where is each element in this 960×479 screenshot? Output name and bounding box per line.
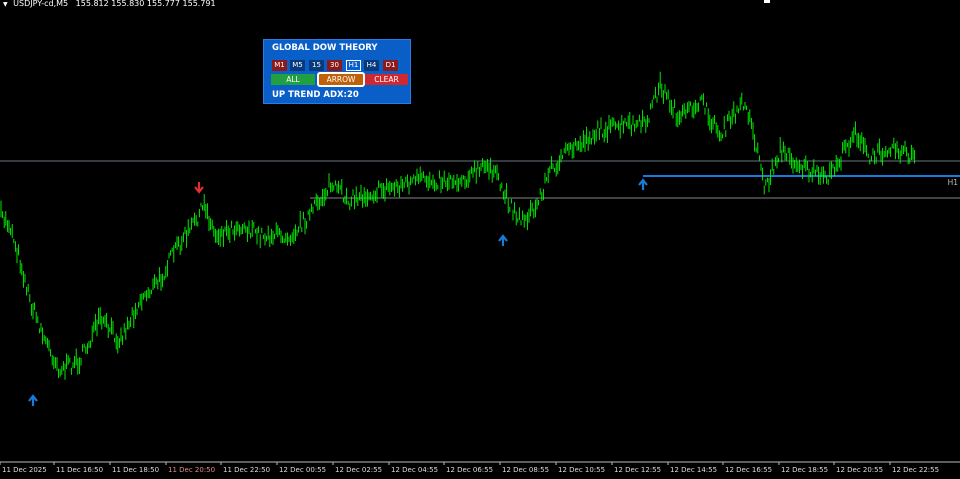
tf-m1-button[interactable]: M1 xyxy=(272,60,287,71)
time-label: 11 Dec 20:50 xyxy=(168,466,216,474)
time-label: 12 Dec 20:55 xyxy=(836,466,884,474)
tf-h1-button[interactable]: H1 xyxy=(346,60,361,71)
time-axis: 11 Dec 2025 11 Dec 16:50 11 Dec 18:50 11 De… xyxy=(0,463,960,479)
dow-theory-panel: GLOBAL DOW THEORY M1 M5 15 30 H1 H4 D1 A… xyxy=(263,39,411,104)
h1-line-label: H1 xyxy=(947,178,958,187)
time-label: 12 Dec 02:55 xyxy=(335,466,383,474)
tf-30-button[interactable]: 30 xyxy=(327,60,342,71)
time-label: 12 Dec 08:55 xyxy=(502,466,550,474)
time-label: 12 Dec 12:55 xyxy=(614,466,662,474)
time-label: 11 Dec 18:50 xyxy=(112,466,160,474)
buy-arrow-icon xyxy=(498,234,508,246)
panel-title: GLOBAL DOW THEORY xyxy=(272,43,378,53)
symbol-label: USDJPY-cd,M5 xyxy=(13,0,69,8)
time-label: 12 Dec 18:55 xyxy=(781,466,829,474)
chart-header: ▼ USDJPY-cd,M5 155.812 155.830 155.777 1… xyxy=(3,0,216,8)
time-label: 12 Dec 22:55 xyxy=(892,466,940,474)
price-chart[interactable] xyxy=(0,0,960,479)
buy-arrow-icon xyxy=(28,394,38,406)
time-label: 12 Dec 04:55 xyxy=(391,466,439,474)
arrow-button[interactable]: ARROW xyxy=(317,72,365,87)
dropdown-triangle-icon[interactable]: ▼ xyxy=(3,1,8,8)
time-label: 11 Dec 2025 xyxy=(2,466,47,474)
tf-15-button[interactable]: 15 xyxy=(309,60,324,71)
trend-status: UP TREND ADX:20 xyxy=(272,90,359,100)
time-label: 12 Dec 10:55 xyxy=(558,466,606,474)
time-label: 12 Dec 16:55 xyxy=(725,466,773,474)
all-button[interactable]: ALL xyxy=(271,74,315,85)
time-label: 11 Dec 16:50 xyxy=(56,466,104,474)
window-control-icon[interactable] xyxy=(764,0,770,3)
time-label: 11 Dec 22:50 xyxy=(223,466,271,474)
tf-h4-button[interactable]: H4 xyxy=(364,60,379,71)
buy-arrow-icon xyxy=(638,178,648,190)
time-label: 12 Dec 14:55 xyxy=(670,466,718,474)
tf-d1-button[interactable]: D1 xyxy=(383,60,398,71)
ohlc-values: 155.812 155.830 155.777 155.791 xyxy=(75,0,216,8)
clear-button[interactable]: CLEAR xyxy=(365,74,408,85)
time-label: 12 Dec 06:55 xyxy=(446,466,494,474)
tf-m5-button[interactable]: M5 xyxy=(290,60,305,71)
time-label: 12 Dec 00:55 xyxy=(279,466,327,474)
sell-arrow-icon xyxy=(194,182,204,194)
